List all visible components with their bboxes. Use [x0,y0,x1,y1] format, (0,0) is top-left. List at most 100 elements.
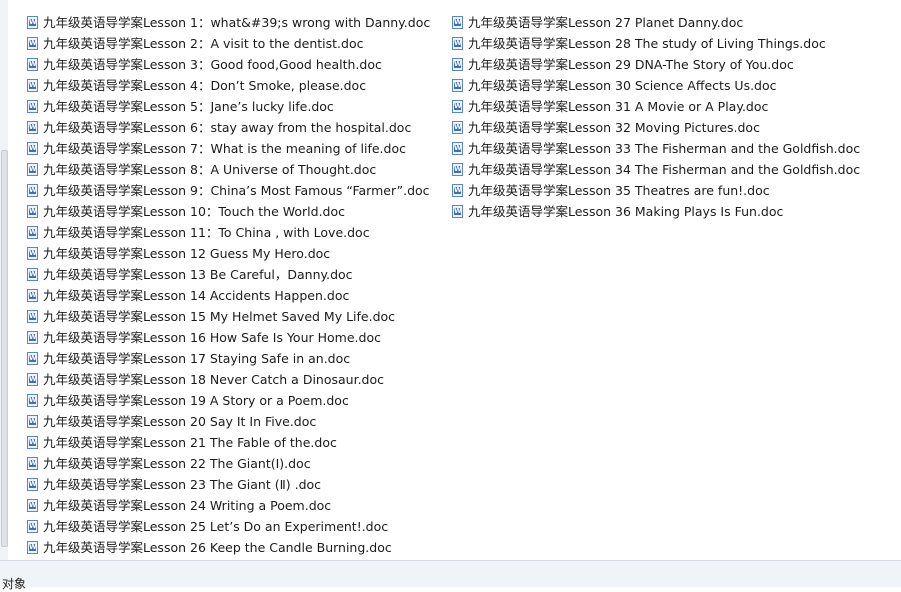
file-name: 九年级英语导学案Lesson 23 The Giant (Ⅱ) .doc [43,477,322,492]
file-item[interactable]: 九年级英语导学案Lesson 12 Guess My Hero.doc [27,243,430,264]
file-name: 九年级英语导学案Lesson 26 Keep the Candle Burnin… [43,540,392,555]
file-name: 九年级英语导学案Lesson 27 Planet Danny.doc [468,15,744,30]
word-document-icon [27,520,38,533]
file-name: 九年级英语导学案Lesson 17 Staying Safe in an.doc [43,351,351,366]
file-name: 九年级英语导学案Lesson 21 The Fable of the.doc [43,435,337,450]
word-document-icon [27,58,38,71]
file-item[interactable]: 九年级英语导学案Lesson 16 How Safe Is Your Home.… [27,327,430,348]
word-document-icon [27,100,38,113]
file-name: 九年级英语导学案Lesson 15 My Helmet Saved My Lif… [43,309,396,324]
file-name: 九年级英语导学案Lesson 18 Never Catch a Dinosaur… [43,372,384,387]
file-item[interactable]: 九年级英语导学案Lesson 19 A Story or a Poem.doc [27,390,430,411]
word-document-icon [452,142,463,155]
file-item[interactable]: 九年级英语导学案Lesson 36 Making Plays Is Fun.do… [452,201,860,222]
file-column-right: 九年级英语导学案Lesson 27 Planet Danny.doc 九年级英语导… [452,12,860,222]
file-name: 九年级英语导学案Lesson 20 Say It In Five.doc [43,414,317,429]
file-name: 九年级英语导学案Lesson 29 DNA-The Story of You.d… [468,57,794,72]
file-column-left: 九年级英语导学案Lesson 1：what&#39;s wrong with D… [27,12,430,558]
file-name: 九年级英语导学案Lesson 8：A Universe of Thought.d… [43,162,377,177]
file-name: 九年级英语导学案Lesson 6：stay away from the hosp… [43,120,412,135]
word-document-icon [452,121,463,134]
word-document-icon [27,184,38,197]
file-name: 九年级英语导学案Lesson 24 Writing a Poem.doc [43,498,332,513]
word-document-icon [27,373,38,386]
file-name: 九年级英语导学案Lesson 2：A visit to the dentist.… [43,36,364,51]
word-document-icon [452,184,463,197]
scrollbar-thumb[interactable] [1,150,8,547]
file-name: 九年级英语导学案Lesson 13 Be Careful，Danny.doc [43,267,353,282]
file-name: 九年级英语导学案Lesson 9：China’s Most Famous “Fa… [43,183,430,198]
file-item[interactable]: 九年级英语导学案Lesson 5：Jane’s lucky life.doc [27,96,430,117]
word-document-icon [452,100,463,113]
word-document-icon [27,142,38,155]
status-bar: 对象 [0,560,901,591]
word-document-icon [27,205,38,218]
word-document-icon [27,226,38,239]
word-document-icon [27,163,38,176]
file-item[interactable]: 九年级英语导学案Lesson 18 Never Catch a Dinosaur… [27,369,430,390]
file-item[interactable]: 九年级英语导学案Lesson 14 Accidents Happen.doc [27,285,430,306]
file-name: 九年级英语导学案Lesson 5：Jane’s lucky life.doc [43,99,334,114]
word-document-icon [27,121,38,134]
file-name: 九年级英语导学案Lesson 4：Don’t Smoke, please.doc [43,78,367,93]
file-item[interactable]: 九年级英语导学案Lesson 9：China’s Most Famous “Fa… [27,180,430,201]
word-document-icon [452,58,463,71]
file-item[interactable]: 九年级英语导学案Lesson 31 A Movie or A Play.doc [452,96,860,117]
file-item[interactable]: 九年级英语导学案Lesson 3：Good food,Good health.d… [27,54,430,75]
file-item[interactable]: 九年级英语导学案Lesson 4：Don’t Smoke, please.doc [27,75,430,96]
file-item[interactable]: 九年级英语导学案Lesson 21 The Fable of the.doc [27,432,430,453]
file-item[interactable]: 九年级英语导学案Lesson 11：To China , with Love.d… [27,222,430,243]
file-item[interactable]: 九年级英语导学案Lesson 27 Planet Danny.doc [452,12,860,33]
file-item[interactable]: 九年级英语导学案Lesson 35 Theatres are fun!.doc [452,180,860,201]
file-name: 九年级英语导学案Lesson 7：What is the meaning of … [43,141,406,156]
file-item[interactable]: 九年级英语导学案Lesson 23 The Giant (Ⅱ) .doc [27,474,430,495]
file-item[interactable]: 九年级英语导学案Lesson 26 Keep the Candle Burnin… [27,537,430,558]
file-item[interactable]: 九年级英语导学案Lesson 15 My Helmet Saved My Lif… [27,306,430,327]
file-item[interactable]: 九年级英语导学案Lesson 13 Be Careful，Danny.doc [27,264,430,285]
file-name: 九年级英语导学案Lesson 12 Guess My Hero.doc [43,246,331,261]
word-document-icon [27,352,38,365]
file-item[interactable]: 九年级英语导学案Lesson 22 The Giant(Ⅰ).doc [27,453,430,474]
word-document-icon [27,289,38,302]
file-item[interactable]: 九年级英语导学案Lesson 2：A visit to the dentist.… [27,33,430,54]
file-name: 九年级英语导学案Lesson 16 How Safe Is Your Home.… [43,330,381,345]
file-name: 九年级英语导学案Lesson 30 Science Affects Us.doc [468,78,777,93]
word-document-icon [452,37,463,50]
file-name: 九年级英语导学案Lesson 36 Making Plays Is Fun.do… [468,204,784,219]
word-document-icon [27,457,38,470]
word-document-icon [27,310,38,323]
file-name: 九年级英语导学案Lesson 34 The Fisherman and the … [468,162,861,177]
file-item[interactable]: 九年级英语导学案Lesson 33 The Fisherman and the … [452,138,860,159]
file-item[interactable]: 九年级英语导学案Lesson 24 Writing a Poem.doc [27,495,430,516]
file-item[interactable]: 九年级英语导学案Lesson 28 The study of Living Th… [452,33,860,54]
file-item[interactable]: 九年级英语导学案Lesson 1：what&#39;s wrong with D… [27,12,430,33]
file-item[interactable]: 九年级英语导学案Lesson 7：What is the meaning of … [27,138,430,159]
word-document-icon [452,79,463,92]
file-name: 九年级英语导学案Lesson 3：Good food,Good health.d… [43,57,382,72]
file-name: 九年级英语导学案Lesson 19 A Story or a Poem.doc [43,393,349,408]
file-name: 九年级英语导学案Lesson 35 Theatres are fun!.doc [468,183,770,198]
file-item[interactable]: 九年级英语导学案Lesson 8：A Universe of Thought.d… [27,159,430,180]
file-item[interactable]: 九年级英语导学案Lesson 17 Staying Safe in an.doc [27,348,430,369]
file-name: 九年级英语导学案Lesson 25 Let’s Do an Experiment… [43,519,389,534]
word-document-icon [27,79,38,92]
file-item[interactable]: 九年级英语导学案Lesson 30 Science Affects Us.doc [452,75,860,96]
word-document-icon [27,415,38,428]
file-item[interactable]: 九年级英语导学案Lesson 34 The Fisherman and the … [452,159,860,180]
file-item[interactable]: 九年级英语导学案Lesson 29 DNA-The Story of You.d… [452,54,860,75]
file-item[interactable]: 九年级英语导学案Lesson 10：Touch the World.doc [27,201,430,222]
file-name: 九年级英语导学案Lesson 10：Touch the World.doc [43,204,345,219]
file-name: 九年级英语导学案Lesson 32 Moving Pictures.doc [468,120,760,135]
file-item[interactable]: 九年级英语导学案Lesson 25 Let’s Do an Experiment… [27,516,430,537]
file-item[interactable]: 九年级英语导学案Lesson 32 Moving Pictures.doc [452,117,860,138]
status-text: 对象 [2,577,27,591]
file-item[interactable]: 九年级英语导学案Lesson 6：stay away from the hosp… [27,117,430,138]
file-name: 九年级英语导学案Lesson 11：To China , with Love.d… [43,225,370,240]
file-name: 九年级英语导学案Lesson 14 Accidents Happen.doc [43,288,350,303]
word-document-icon [27,268,38,281]
file-name: 九年级英语导学案Lesson 22 The Giant(Ⅰ).doc [43,456,311,471]
file-item[interactable]: 九年级英语导学案Lesson 20 Say It In Five.doc [27,411,430,432]
word-document-icon [452,205,463,218]
file-name: 九年级英语导学案Lesson 33 The Fisherman and the … [468,141,861,156]
word-document-icon [452,16,463,29]
